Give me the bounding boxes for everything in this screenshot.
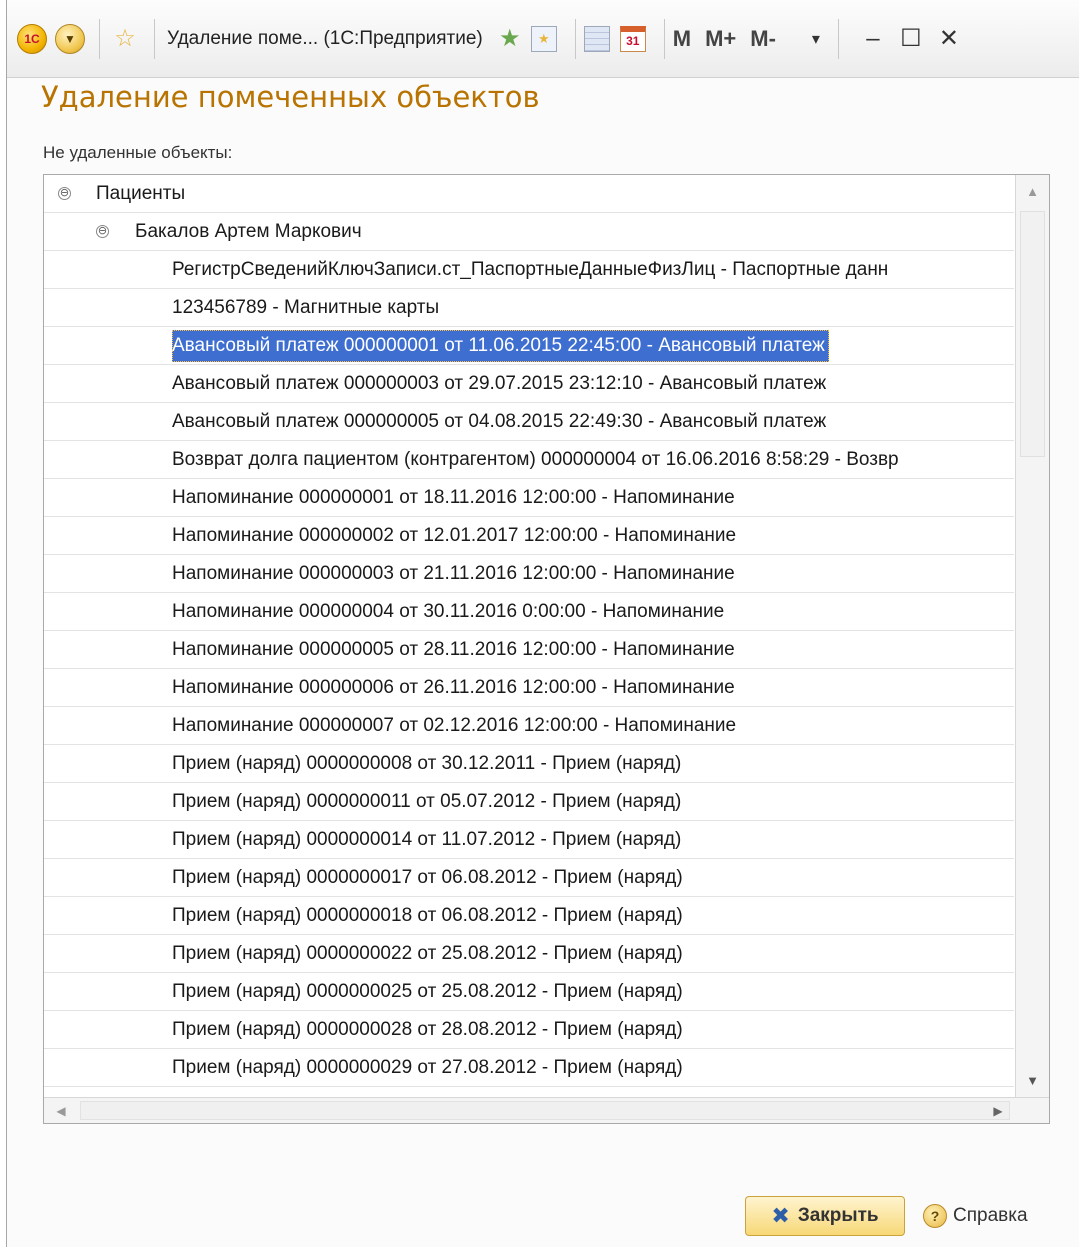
close-button-label: Закрыть xyxy=(797,1205,879,1226)
tree-row[interactable]: Авансовый платеж 000000003 от 29.07.2015… xyxy=(44,365,1014,403)
tree-row[interactable]: Прием (наряд) 0000000011 от 05.07.2012 -… xyxy=(44,783,1014,821)
tree-row-label: Возврат долга пациентом (контрагентом) 0… xyxy=(172,449,899,470)
help-icon: ? xyxy=(923,1204,947,1228)
tree-row-label: Прием (наряд) 0000000022 от 25.08.2012 -… xyxy=(172,943,683,964)
toolbar-separator xyxy=(837,18,839,59)
more-dropdown-icon[interactable]: ▾ xyxy=(804,29,828,49)
add-favorite-button[interactable]: ★ xyxy=(493,22,527,56)
minimize-icon[interactable]: – xyxy=(861,25,885,53)
memory-minus-button[interactable]: M- xyxy=(750,26,776,52)
tree-row-label: 123456789 - Магнитные карты xyxy=(172,297,440,318)
tree-row-label: Напоминание 000000005 от 28.11.2016 12:0… xyxy=(172,639,735,660)
tree-row-label: Авансовый платеж 000000001 от 11.06.2015… xyxy=(172,330,829,362)
scroll-right-icon[interactable]: ▶ xyxy=(981,1098,1015,1123)
tree-row[interactable]: Прием (наряд) 0000000022 от 25.08.2012 -… xyxy=(44,935,1014,973)
scroll-left-icon[interactable]: ◀ xyxy=(44,1098,78,1123)
favorites-button[interactable]: ★ xyxy=(530,25,557,52)
help-button-label: Справка xyxy=(953,1205,1028,1226)
tree-row[interactable]: Напоминание 000000002 от 12.01.2017 12:0… xyxy=(44,517,1014,555)
page-title: Удаление помеченных объектов xyxy=(41,80,540,114)
tree-row[interactable]: ⊖ Пациенты xyxy=(44,175,1014,213)
vertical-scroll-thumb[interactable] xyxy=(1020,211,1045,457)
toolbar-separator xyxy=(663,18,665,59)
memory-plus-button[interactable]: M+ xyxy=(705,26,736,52)
tree-row[interactable]: Прием (наряд) 0000000018 от 06.08.2012 -… xyxy=(44,897,1014,935)
undeleted-objects-tree[interactable]: ⊖ Пациенты ⊖ Бакалов Артем Маркович РегистрС… xyxy=(43,174,1050,1124)
scroll-down-icon[interactable]: ▼ xyxy=(1016,1064,1049,1098)
tree-row[interactable]: Авансовый платеж 000000005 от 04.08.2015… xyxy=(44,403,1014,441)
tree-row[interactable]: Напоминание 000000005 от 28.11.2016 12:0… xyxy=(44,631,1014,669)
list-label: Не удаленные объекты: xyxy=(43,143,233,162)
scroll-up-icon[interactable]: ▲ xyxy=(1016,175,1049,209)
memory-button[interactable]: M xyxy=(673,26,691,52)
maximize-icon[interactable]: ☐ xyxy=(899,24,923,53)
tree-row-label: РегистрСведенийКлючЗаписи.ст_ПаспортныеД… xyxy=(172,259,889,280)
horizontal-scrollbar[interactable]: ◀ ▶ xyxy=(44,1097,1049,1123)
calculator-button[interactable] xyxy=(583,25,610,52)
tree-row[interactable]: Напоминание 000000003 от 21.11.2016 12:0… xyxy=(44,555,1014,593)
tree-row-label: Прием (наряд) 0000000025 от 25.08.2012 -… xyxy=(172,981,683,1002)
tree-row-label: Напоминание 000000003 от 21.11.2016 12:0… xyxy=(172,563,735,584)
tree-row-label: Пациенты xyxy=(96,183,186,204)
calendar-icon: 31 xyxy=(626,34,640,48)
tree-row[interactable]: ⊖ Бакалов Артем Маркович xyxy=(44,213,1014,251)
tree-row-label: Прием (наряд) 0000000014 от 11.07.2012 -… xyxy=(172,829,682,850)
favorite-add-icon: ★ xyxy=(499,24,521,52)
tree-row[interactable]: Напоминание 000000006 от 26.11.2016 12:0… xyxy=(44,669,1014,707)
dropdown-icon: ▼ xyxy=(55,23,85,54)
tree-row[interactable]: Прием (наряд) 0000000008 от 30.12.2011 -… xyxy=(44,745,1014,783)
help-button[interactable]: ? Справка xyxy=(923,1199,1028,1233)
horizontal-scroll-thumb[interactable] xyxy=(80,1101,1010,1120)
tree-row[interactable]: Прием (наряд) 0000000025 от 25.08.2012 -… xyxy=(44,973,1014,1011)
toolbar-separator xyxy=(154,18,155,59)
dropdown-menu-button[interactable]: ▼ xyxy=(53,22,87,56)
favorites-star-button[interactable]: ☆ xyxy=(108,22,142,56)
tree-row-label: Напоминание 000000006 от 26.11.2016 12:0… xyxy=(172,677,735,698)
tree-row-label: Прием (наряд) 0000000017 от 06.08.2012 -… xyxy=(172,867,683,888)
tree-row-label: Напоминание 000000007 от 02.12.2016 12:0… xyxy=(172,715,737,736)
vertical-scrollbar[interactable]: ▲ ▼ xyxy=(1015,175,1049,1098)
calendar-button[interactable]: 31 xyxy=(619,25,646,52)
tree-row-label: Прием (наряд) 0000000011 от 05.07.2012 -… xyxy=(172,791,682,812)
tree-row-label: Авансовый платеж 000000003 от 29.07.2015… xyxy=(172,373,827,394)
tree-row[interactable]: Напоминание 000000001 от 18.11.2016 12:0… xyxy=(44,479,1014,517)
tree-row[interactable]: Прием (наряд) 0000000014 от 11.07.2012 -… xyxy=(44,821,1014,859)
tree-row[interactable]: Прием (наряд) 0000000029 от 27.08.2012 -… xyxy=(44,1049,1014,1087)
tree-row-label: Напоминание 000000004 от 30.11.2016 0:00… xyxy=(172,601,725,622)
tree-row[interactable]: 123456789 - Магнитные карты xyxy=(44,289,1014,327)
toolbar-separator xyxy=(99,18,100,59)
tree-rows: ⊖ Пациенты ⊖ Бакалов Артем Маркович РегистрС… xyxy=(44,175,1014,1098)
tree-row-label: Напоминание 000000002 от 12.01.2017 12:0… xyxy=(172,525,737,546)
tree-row-label: Прием (наряд) 0000000008 от 30.12.2011 -… xyxy=(172,753,682,774)
tree-row-label: Напоминание 000000001 от 18.11.2016 12:0… xyxy=(172,487,735,508)
favorites-icon: ★ xyxy=(537,30,550,46)
tree-row[interactable]: Напоминание 000000004 от 30.11.2016 0:00… xyxy=(44,593,1014,631)
tree-row[interactable]: Возврат долга пациентом (контрагентом) 0… xyxy=(44,441,1014,479)
tree-row[interactable]: Напоминание 000000007 от 02.12.2016 12:0… xyxy=(44,707,1014,745)
toolbar-separator xyxy=(574,18,576,59)
close-icon[interactable]: ✕ xyxy=(937,24,961,53)
close-x-icon: ✖ xyxy=(771,1203,790,1228)
tree-row-label: Прием (наряд) 0000000029 от 27.08.2012 -… xyxy=(172,1057,683,1078)
tree-row-label: Прием (наряд) 0000000018 от 06.08.2012 -… xyxy=(172,905,683,926)
window-title: Удаление поме... (1С:Предприятие) xyxy=(167,27,483,49)
collapse-icon[interactable]: ⊖ xyxy=(96,225,109,238)
collapse-icon[interactable]: ⊖ xyxy=(58,187,71,200)
tree-row-label: Прием (наряд) 0000000028 от 28.08.2012 -… xyxy=(172,1019,683,1040)
tree-row-label: Авансовый платеж 000000005 от 04.08.2015… xyxy=(172,411,827,432)
app-window: 1С ▼ ☆ Удаление поме... (1С:Предприятие)… xyxy=(6,0,1079,1247)
1c-logo-icon: 1С xyxy=(17,23,47,54)
tree-row[interactable]: Прием (наряд) 0000000017 от 06.08.2012 -… xyxy=(44,859,1014,897)
main-menu-button[interactable]: 1С xyxy=(15,22,49,56)
star-icon: ☆ xyxy=(114,24,136,52)
tree-row[interactable]: РегистрСведенийКлючЗаписи.ст_ПаспортныеД… xyxy=(44,251,1014,289)
tree-row-label: Бакалов Артем Маркович xyxy=(135,221,362,242)
tree-row[interactable]: Прием (наряд) 0000000028 от 28.08.2012 -… xyxy=(44,1011,1014,1049)
tree-row[interactable]: Авансовый платеж 000000001 от 11.06.2015… xyxy=(44,327,1014,365)
title-bar: 1С ▼ ☆ Удаление поме... (1С:Предприятие)… xyxy=(7,0,1079,78)
close-button[interactable]: ✖ Закрыть xyxy=(745,1196,905,1236)
